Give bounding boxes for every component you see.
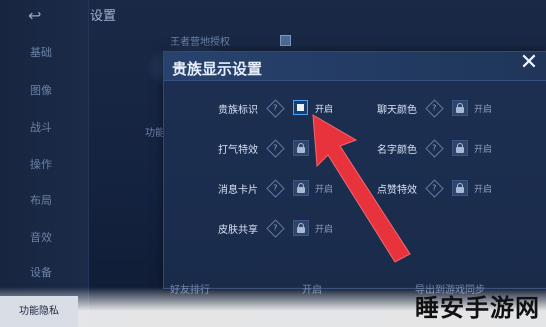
sidebar-item-privacy[interactable]: 功能隐私 (0, 296, 78, 327)
red-annotation-arrow (312, 114, 411, 263)
watermark: 睡安手游网 (415, 294, 540, 322)
arrow-shape (312, 114, 411, 263)
